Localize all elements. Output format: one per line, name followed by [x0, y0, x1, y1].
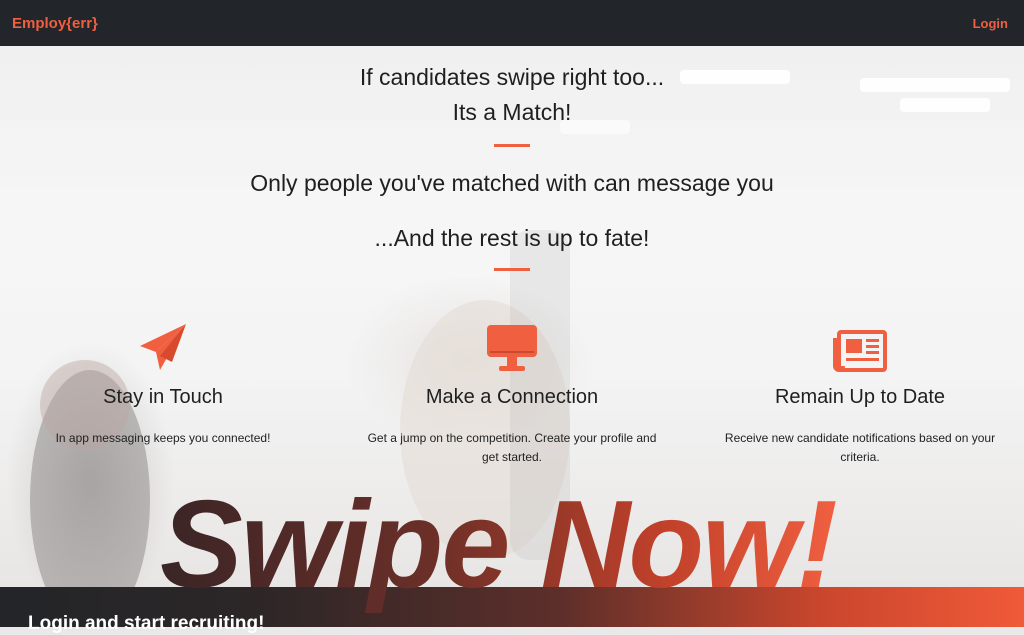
- feature-stay-in-touch: Stay in Touch In app messaging keeps you…: [3, 320, 323, 448]
- desktop-monitor-icon: [352, 320, 672, 372]
- top-navbar: Employ{err} Login: [0, 0, 1024, 46]
- feature-text: Receive new candidate notifications base…: [724, 431, 996, 464]
- feature-text: Get a jump on the competition. Create yo…: [367, 431, 657, 464]
- brand-logo-link[interactable]: Employ{err}: [12, 15, 98, 32]
- hero-divider-2: [494, 268, 530, 271]
- swipe-now-headline: Swipe Now!: [160, 470, 838, 620]
- hero-line-1: If candidates swipe right too...: [359, 64, 665, 90]
- hero-line-3: Only people you've matched with can mess…: [250, 170, 774, 196]
- login-link[interactable]: Login: [973, 16, 1008, 31]
- hero-line-4: ...And the rest is up to fate!: [374, 225, 650, 251]
- feature-text: In app messaging keeps you connected!: [55, 431, 271, 445]
- feature-title: Stay in Touch: [103, 386, 223, 408]
- feature-title: Make a Connection: [425, 386, 599, 408]
- hero-divider-1: [494, 144, 530, 147]
- feature-title: Remain Up to Date: [774, 386, 946, 408]
- feature-remain-up-to-date: Remain Up to Date Receive new candidate …: [700, 320, 1020, 467]
- paper-plane-icon: [3, 320, 323, 372]
- feature-make-a-connection: Make a Connection Get a jump on the comp…: [352, 320, 672, 467]
- hero-line-2: Its a Match!: [452, 99, 572, 125]
- newspaper-icon: [700, 320, 1020, 372]
